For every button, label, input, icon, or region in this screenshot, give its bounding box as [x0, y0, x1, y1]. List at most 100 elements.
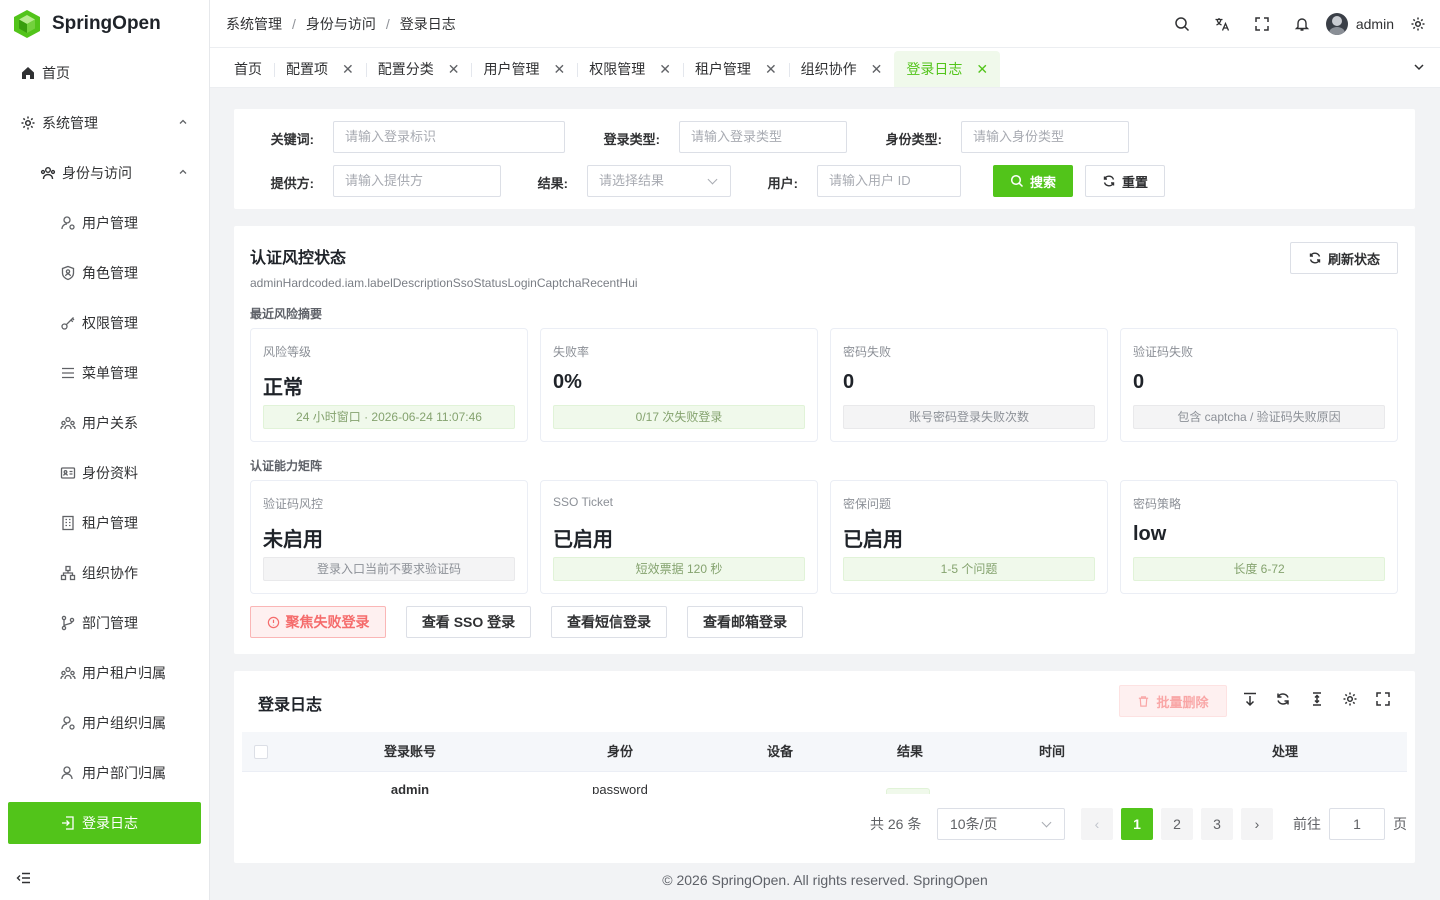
- tab-home[interactable]: 首页: [222, 51, 274, 87]
- sidebar-item-label: 租户管理: [82, 515, 138, 531]
- column-header-account[interactable]: 登录账号: [342, 732, 478, 772]
- refresh-icon: [1309, 252, 1321, 264]
- matrix-card-captcha: 验证码风控 未启用 登录入口当前不要求验证码: [250, 480, 528, 594]
- sidebar-item-home[interactable]: 首页: [0, 48, 209, 98]
- result-select[interactable]: 请选择结果: [587, 165, 731, 197]
- keyword-label: 关键词:: [270, 132, 314, 147]
- goto-page-input[interactable]: 1: [1329, 808, 1385, 840]
- risk-title: 认证风控状态: [250, 250, 347, 267]
- prev-page-button[interactable]: ‹: [1081, 808, 1113, 840]
- search-button[interactable]: 搜索: [993, 165, 1073, 197]
- avatar[interactable]: [1325, 13, 1348, 35]
- page-size-select[interactable]: 10条/页: [937, 808, 1065, 840]
- card-label: 密码策略: [1133, 497, 1182, 511]
- close-icon[interactable]: ✕: [871, 61, 883, 78]
- pagination-total: 共 26 条: [870, 816, 922, 832]
- login-type-label: 登录类型:: [603, 132, 660, 147]
- summary-card-failure-rate: 失败率 0% 0/17 次失败登录: [540, 328, 818, 442]
- sidebar-item-tenants[interactable]: 租户管理: [0, 498, 209, 548]
- breadcrumb-item[interactable]: 身份与访问: [306, 14, 376, 34]
- column-header-device[interactable]: 设备: [712, 732, 848, 772]
- fullscreen-icon[interactable]: [1375, 691, 1393, 709]
- users-icon: [40, 165, 56, 181]
- view-sso-logins-button[interactable]: 查看 SSO 登录: [406, 606, 531, 638]
- search-icon[interactable]: [1162, 0, 1202, 48]
- column-header-action[interactable]: 处理: [1217, 732, 1353, 772]
- settings-gear-icon[interactable]: [1408, 0, 1428, 48]
- bulk-delete-label: 批量删除: [1156, 694, 1209, 710]
- card-value: 未启用: [263, 529, 323, 551]
- collapse-sidebar-icon[interactable]: [16, 870, 32, 886]
- refresh-icon[interactable]: [1275, 691, 1293, 709]
- view-email-logins-button[interactable]: 查看邮箱登录: [687, 606, 803, 638]
- column-header-time[interactable]: 时间: [984, 732, 1120, 772]
- tab-config-items[interactable]: 配置项 ✕: [274, 51, 366, 87]
- column-header-result[interactable]: 结果: [842, 732, 978, 772]
- sidebar-item-user-org[interactable]: 用户组织归属: [0, 698, 209, 748]
- select-all-checkbox[interactable]: [254, 745, 268, 759]
- close-icon[interactable]: ✕: [342, 61, 354, 78]
- sidebar-item-menus[interactable]: 菜单管理: [0, 348, 209, 398]
- sidebar-item-profiles[interactable]: 身份资料: [0, 448, 209, 498]
- sidebar-item-login-log[interactable]: 登录日志: [8, 802, 201, 844]
- sidebar-item-departments[interactable]: 部门管理: [0, 598, 209, 648]
- sidebar-item-org-collab[interactable]: 组织协作: [0, 548, 209, 598]
- tab-tenants[interactable]: 租户管理 ✕: [682, 51, 789, 87]
- sidebar-item-label: 用户关系: [82, 415, 138, 431]
- summary-card-risk-level: 风险等级 正常 24 小时窗口 · 2026-06-24 11:07:46: [250, 328, 528, 442]
- column-header-identity[interactable]: 身份: [552, 732, 688, 772]
- focus-failed-logins-button[interactable]: 聚焦失败登录: [250, 606, 386, 638]
- close-icon[interactable]: ✕: [448, 61, 460, 78]
- page-number-button[interactable]: 1: [1121, 808, 1153, 840]
- card-value: 0: [843, 371, 855, 393]
- goto-label: 前往: [1293, 816, 1321, 832]
- tab-login-log[interactable]: 登录日志 ✕: [894, 51, 1001, 87]
- close-icon[interactable]: ✕: [659, 61, 671, 78]
- logo[interactable]: SpringOpen: [0, 0, 209, 48]
- card-note: 短效票据 120 秒: [553, 557, 805, 581]
- result-label: 结果:: [537, 176, 568, 191]
- user-id-input[interactable]: 请输入用户 ID: [817, 165, 961, 197]
- view-sms-logins-button[interactable]: 查看短信登录: [551, 606, 667, 638]
- settings-gear-icon[interactable]: [1342, 691, 1360, 709]
- reset-button[interactable]: 重置: [1085, 165, 1165, 197]
- close-icon[interactable]: ✕: [765, 61, 777, 78]
- tab-org-collab[interactable]: 组织协作 ✕: [788, 51, 895, 87]
- next-page-button[interactable]: ›: [1241, 808, 1273, 840]
- page-number-button[interactable]: 3: [1201, 808, 1233, 840]
- sidebar-item-permissions[interactable]: 权限管理: [0, 298, 209, 348]
- bulk-delete-button[interactable]: 批量删除: [1119, 685, 1227, 717]
- sidebar-item-user-relations[interactable]: 用户关系: [0, 398, 209, 448]
- breadcrumb-item[interactable]: 系统管理: [226, 14, 282, 34]
- column-height-icon[interactable]: [1309, 691, 1327, 709]
- table-row[interactable]: admin password: [242, 772, 1407, 794]
- bell-icon[interactable]: [1282, 0, 1322, 48]
- close-icon[interactable]: ✕: [976, 61, 988, 78]
- sidebar-item-users[interactable]: 用户管理: [0, 198, 209, 248]
- keyword-input[interactable]: 请输入登录标识: [333, 121, 565, 153]
- sidebar-item-user-tenant[interactable]: 用户租户归属: [0, 648, 209, 698]
- translate-icon[interactable]: [1202, 0, 1242, 48]
- sidebar-item-system[interactable]: 系统管理: [0, 98, 209, 148]
- sidebar-item-identity[interactable]: 身份与访问: [0, 148, 209, 198]
- chevron-down-icon[interactable]: [1412, 60, 1426, 74]
- page-tabs: 首页 配置项 ✕ 配置分类 ✕ 用户管理 ✕ 权限管理 ✕ 租户管理 ✕ 组织协作 ✕ 登录…: [210, 48, 1440, 88]
- username[interactable]: admin: [1356, 16, 1394, 32]
- density-icon[interactable]: [1242, 691, 1260, 709]
- refresh-status-button[interactable]: 刷新状态: [1290, 242, 1398, 274]
- page-number-button[interactable]: 2: [1161, 808, 1193, 840]
- close-icon[interactable]: ✕: [553, 61, 565, 78]
- sidebar-item-roles[interactable]: 角色管理: [0, 248, 209, 298]
- tab-label: 权限管理: [589, 61, 646, 77]
- tab-config-categories[interactable]: 配置分类 ✕: [365, 51, 472, 87]
- table-header: 登录账号 身份 设备 结果 时间 处理: [242, 732, 1407, 772]
- menu-lines-icon: [60, 365, 76, 381]
- provider-input[interactable]: 请输入提供方: [333, 165, 501, 197]
- tab-permissions[interactable]: 权限管理 ✕: [577, 51, 683, 87]
- sidebar-item-user-dept[interactable]: 用户部门归属: [0, 748, 209, 798]
- identity-type-input[interactable]: 请输入身份类型: [961, 121, 1129, 153]
- tab-users[interactable]: 用户管理 ✕: [471, 51, 577, 87]
- fullscreen-icon[interactable]: [1242, 0, 1282, 48]
- login-type-input[interactable]: 请输入登录类型: [679, 121, 847, 153]
- card-value: 0: [1133, 371, 1145, 393]
